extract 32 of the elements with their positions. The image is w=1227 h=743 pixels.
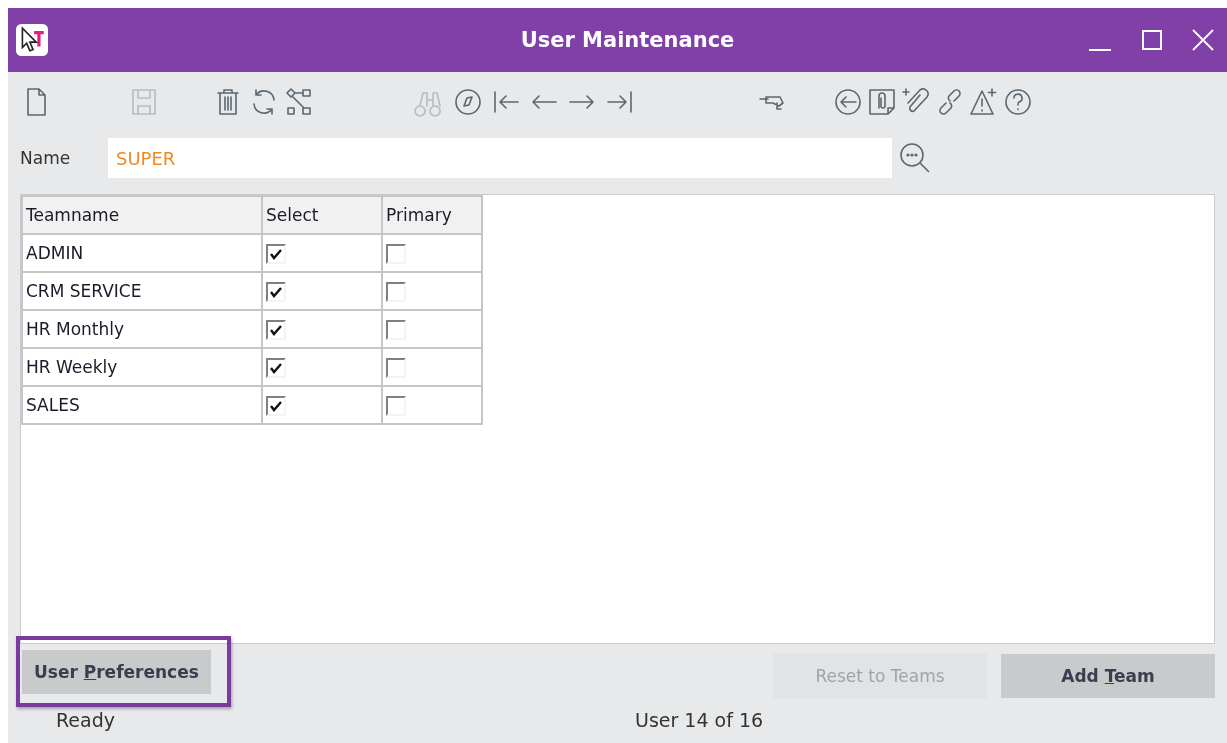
- column-header: Teamname: [22, 196, 262, 234]
- checkbox[interactable]: [266, 243, 286, 264]
- name-label: Name: [20, 148, 72, 168]
- back-circle-icon[interactable]: [832, 86, 864, 118]
- compass-icon[interactable]: [452, 86, 484, 118]
- attachment-icon[interactable]: [866, 86, 898, 118]
- checkbox[interactable]: [266, 357, 286, 378]
- table-cell: CRM SERVICE: [22, 272, 262, 310]
- column-header: Primary: [382, 196, 482, 234]
- status-text: Ready: [56, 709, 115, 731]
- app-logo-icon: [16, 24, 48, 56]
- table-cell: HR Weekly: [22, 348, 262, 386]
- preferences-button[interactable]: User Preferences: [22, 650, 211, 694]
- help-icon[interactable]: [1002, 86, 1034, 118]
- checkbox[interactable]: [386, 357, 406, 378]
- checkbox[interactable]: [266, 395, 286, 416]
- checkbox[interactable]: [386, 281, 406, 302]
- close-icon[interactable]: [1191, 28, 1215, 52]
- checkbox[interactable]: [386, 243, 406, 264]
- table-cell: HR Monthly: [22, 310, 262, 348]
- maximize-icon[interactable]: [1141, 29, 1163, 51]
- table-cell: SALES: [22, 386, 262, 424]
- window-title: User Maintenance: [519, 28, 736, 52]
- column-header: Select: [262, 196, 382, 234]
- checkbox[interactable]: [386, 395, 406, 416]
- search-icon[interactable]: [898, 141, 932, 175]
- record-counter: User 14 of 16: [635, 709, 764, 731]
- checkbox[interactable]: [266, 319, 286, 340]
- checkbox[interactable]: [386, 319, 406, 340]
- action-button[interactable]: Add Team: [1001, 654, 1215, 698]
- checkbox[interactable]: [266, 281, 286, 302]
- table-cell: ADMIN: [22, 234, 262, 272]
